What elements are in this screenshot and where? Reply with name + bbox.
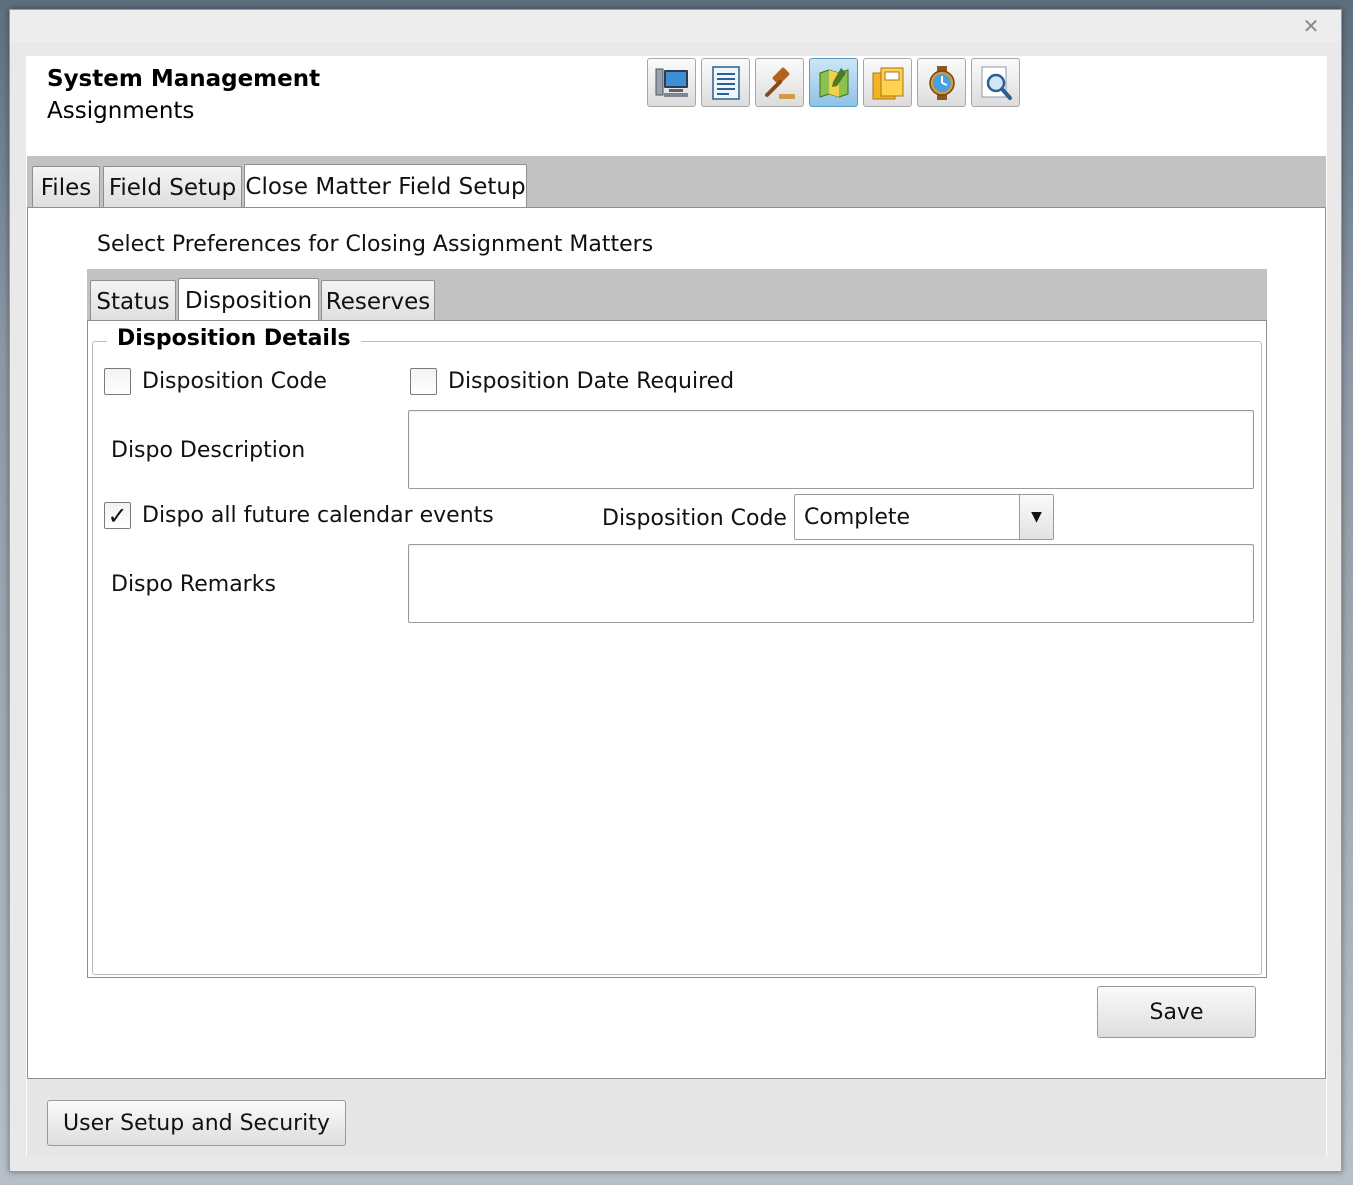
map-tool-button[interactable] bbox=[809, 58, 858, 107]
disposition-code-checkbox-label: Disposition Code bbox=[142, 369, 327, 394]
disposition-code-select-label: Disposition Code bbox=[602, 506, 787, 531]
gavel-tool-button[interactable] bbox=[755, 58, 804, 107]
toolbar bbox=[647, 58, 1020, 108]
checkmark-icon: ✓ bbox=[107, 501, 128, 530]
system-management-dialog: ✕ System Management Assignments Files Fi… bbox=[9, 9, 1342, 1172]
dialog-content: System Management Assignments Files Fiel… bbox=[26, 56, 1327, 1156]
chevron-down-icon[interactable]: ▼ bbox=[1019, 495, 1053, 539]
tab-reserves-label: Reserves bbox=[325, 288, 431, 315]
disposition-code-checkbox-row[interactable]: Disposition Code bbox=[104, 368, 327, 395]
tab-files[interactable]: Files bbox=[32, 166, 100, 208]
disposition-code-checkbox[interactable] bbox=[104, 368, 131, 395]
disposition-date-required-label: Disposition Date Required bbox=[448, 369, 735, 394]
stopwatch-icon bbox=[928, 65, 955, 100]
disposition-code-select[interactable]: Complete ▼ bbox=[794, 494, 1054, 540]
map-icon bbox=[819, 67, 848, 98]
tab-reserves[interactable]: Reserves bbox=[321, 280, 435, 322]
disposition-code-select-value: Complete bbox=[804, 505, 911, 530]
disposition-date-required-checkbox-row[interactable]: Disposition Date Required bbox=[410, 368, 734, 395]
user-setup-security-button[interactable]: User Setup and Security bbox=[47, 1100, 346, 1146]
dispo-remarks-input[interactable] bbox=[408, 544, 1254, 623]
computer-tool-button[interactable] bbox=[647, 58, 696, 107]
page-title: System Management bbox=[47, 66, 321, 92]
dispo-future-events-checkbox-row[interactable]: ✓ Dispo all future calendar events bbox=[104, 502, 494, 529]
title-bar: ✕ bbox=[10, 10, 1341, 42]
dispo-description-input[interactable] bbox=[408, 410, 1254, 489]
tab-status[interactable]: Status bbox=[90, 280, 176, 322]
disposition-date-required-checkbox[interactable] bbox=[410, 368, 437, 395]
tab-close-matter-field-setup[interactable]: Close Matter Field Setup bbox=[244, 164, 527, 208]
search-document-icon bbox=[981, 66, 1012, 100]
disposition-details-group: Disposition Details Disposition Code Dis… bbox=[92, 326, 1262, 975]
document-tool-button[interactable] bbox=[701, 58, 750, 107]
group-title: Disposition Details bbox=[107, 326, 361, 351]
gavel-icon bbox=[764, 67, 795, 99]
tab-status-label: Status bbox=[96, 288, 170, 315]
close-matter-panel: Select Preferences for Closing Assignmen… bbox=[27, 207, 1326, 1079]
disposition-panel: Disposition Details Disposition Code Dis… bbox=[87, 320, 1267, 978]
document-icon bbox=[711, 65, 740, 100]
dispo-description-label: Dispo Description bbox=[111, 438, 306, 463]
tab-field-setup[interactable]: Field Setup bbox=[103, 166, 242, 208]
outer-tab-strip: Files Field Setup Close Matter Field Set… bbox=[27, 156, 1326, 208]
tab-disposition-label: Disposition bbox=[184, 287, 313, 314]
dispo-future-events-label: Dispo all future calendar events bbox=[142, 503, 494, 528]
tab-disposition[interactable]: Disposition bbox=[178, 278, 319, 322]
dispo-remarks-label: Dispo Remarks bbox=[111, 572, 276, 597]
dispo-future-events-checkbox[interactable]: ✓ bbox=[104, 502, 131, 529]
inner-tab-strip: Status Disposition Reserves bbox=[87, 269, 1267, 322]
tab-field-setup-label: Field Setup bbox=[108, 174, 237, 201]
computer-icon bbox=[655, 68, 688, 97]
folders-icon bbox=[872, 67, 903, 99]
page-subtitle: Assignments bbox=[47, 98, 195, 124]
panel-heading: Select Preferences for Closing Assignmen… bbox=[97, 232, 654, 257]
dialog-footer: User Setup and Security bbox=[27, 1079, 1326, 1156]
search-document-tool-button[interactable] bbox=[971, 58, 1020, 107]
save-button[interactable]: Save bbox=[1097, 986, 1256, 1038]
tab-files-label: Files bbox=[40, 174, 92, 201]
stopwatch-tool-button[interactable] bbox=[917, 58, 966, 107]
folders-tool-button[interactable] bbox=[863, 58, 912, 107]
tab-close-matter-field-setup-label: Close Matter Field Setup bbox=[245, 173, 526, 200]
close-icon[interactable]: ✕ bbox=[1301, 16, 1321, 36]
